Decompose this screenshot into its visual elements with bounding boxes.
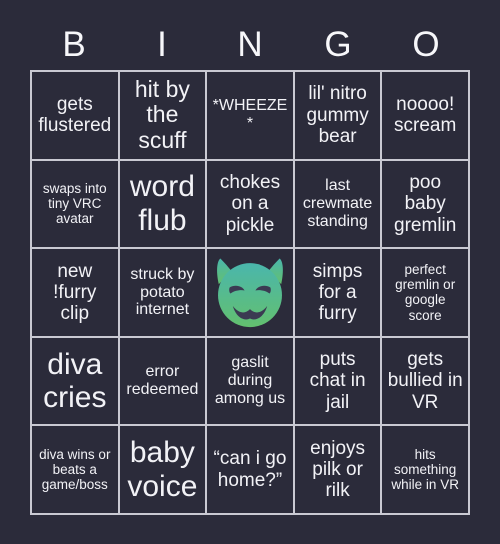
bingo-cell-label: puts chat in jail	[309, 349, 366, 413]
bingo-cell-label: gets bullied in VR	[387, 349, 463, 413]
bingo-cell[interactable]: poo baby gremlin	[382, 160, 468, 248]
bingo-cell[interactable]: *WHEEZE*	[207, 72, 293, 159]
bingo-header-letter-b: B	[62, 24, 86, 64]
bingo-card: B I N G O gets flustered hit by the scuff *WHE…	[0, 0, 500, 544]
bingo-cell-label: *WHEEZE*	[212, 97, 288, 133]
bingo-cell[interactable]: new !furry clip	[32, 249, 118, 336]
bingo-cell-free-space[interactable]	[207, 249, 293, 336]
bingo-cell[interactable]: hit by the scuff	[119, 72, 206, 159]
bingo-header-letter-o: O	[412, 24, 440, 64]
bingo-cell[interactable]: last crewmate standing	[294, 160, 381, 248]
bingo-cell[interactable]: baby voice	[119, 426, 206, 513]
bingo-cell-label: hits something while in VR	[391, 447, 459, 493]
bingo-cell-label: “can i go home?”	[213, 448, 287, 491]
bingo-cell[interactable]: diva cries	[32, 337, 118, 425]
bingo-cell-label: enjoys pilk or rilk	[310, 437, 366, 502]
bingo-cell-label: swaps into tiny VRC avatar	[42, 181, 107, 227]
bingo-cell[interactable]: perfect gremlin or google score	[382, 249, 468, 336]
bingo-cell[interactable]: lil' nitro gummy bear	[294, 72, 381, 159]
bingo-cell[interactable]: word flub	[119, 160, 206, 248]
bingo-cell-label: perfect gremlin or google score	[395, 262, 456, 323]
bingo-cell-label: noooo! scream	[394, 94, 457, 137]
smiling-imp-icon	[217, 258, 283, 328]
bingo-cell-label: baby voice	[127, 436, 198, 503]
bingo-cell-label: chokes on a pickle	[219, 171, 281, 236]
bingo-header-letter-i: I	[157, 24, 167, 64]
bingo-cell-label: struck by potato internet	[130, 265, 195, 319]
bingo-cell-label: hit by the scuff	[134, 75, 190, 154]
bingo-cell[interactable]: struck by potato internet	[119, 249, 206, 336]
bingo-cell-label: error redeemed	[126, 363, 199, 399]
bingo-cell[interactable]: gets flustered	[32, 72, 118, 159]
bingo-cell-label: poo baby gremlin	[394, 171, 457, 236]
bingo-cell-label: new !furry clip	[53, 260, 97, 325]
bingo-cell-label: gaslit during among us	[214, 354, 286, 408]
bingo-header: BINGO	[30, 18, 470, 70]
bingo-cell-label: last crewmate standing	[302, 177, 373, 230]
bingo-cell-label: gets flustered	[38, 94, 112, 137]
bingo-cell-label: diva cries	[43, 347, 107, 415]
bingo-cell-label: word flub	[129, 170, 195, 237]
bingo-cell[interactable]: swaps into tiny VRC avatar	[32, 160, 118, 248]
bingo-cell[interactable]: puts chat in jail	[294, 337, 381, 425]
bingo-header-letter-g: G	[324, 24, 352, 64]
bingo-grid: gets flustered hit by the scuff *WHEEZE* li…	[30, 70, 470, 515]
bingo-cell[interactable]: gets bullied in VR	[382, 337, 468, 425]
bingo-cell[interactable]: gaslit during among us	[207, 337, 293, 425]
bingo-cell[interactable]: noooo! scream	[382, 72, 468, 159]
bingo-cell-label: simps for a furry	[312, 260, 363, 325]
bingo-cell[interactable]: simps for a furry	[294, 249, 381, 336]
bingo-cell[interactable]: diva wins or beats a game/boss	[32, 426, 118, 513]
bingo-cell-label: lil' nitro gummy bear	[306, 83, 369, 147]
bingo-cell[interactable]: “can i go home?”	[207, 426, 293, 513]
bingo-cell-label: diva wins or beats a game/boss	[39, 447, 111, 493]
bingo-header-letter-n: N	[237, 24, 263, 64]
bingo-cell[interactable]: error redeemed	[119, 337, 206, 425]
bingo-cell[interactable]: hits something while in VR	[382, 426, 468, 513]
bingo-cell[interactable]: enjoys pilk or rilk	[294, 426, 381, 513]
bingo-cell[interactable]: chokes on a pickle	[207, 160, 293, 248]
